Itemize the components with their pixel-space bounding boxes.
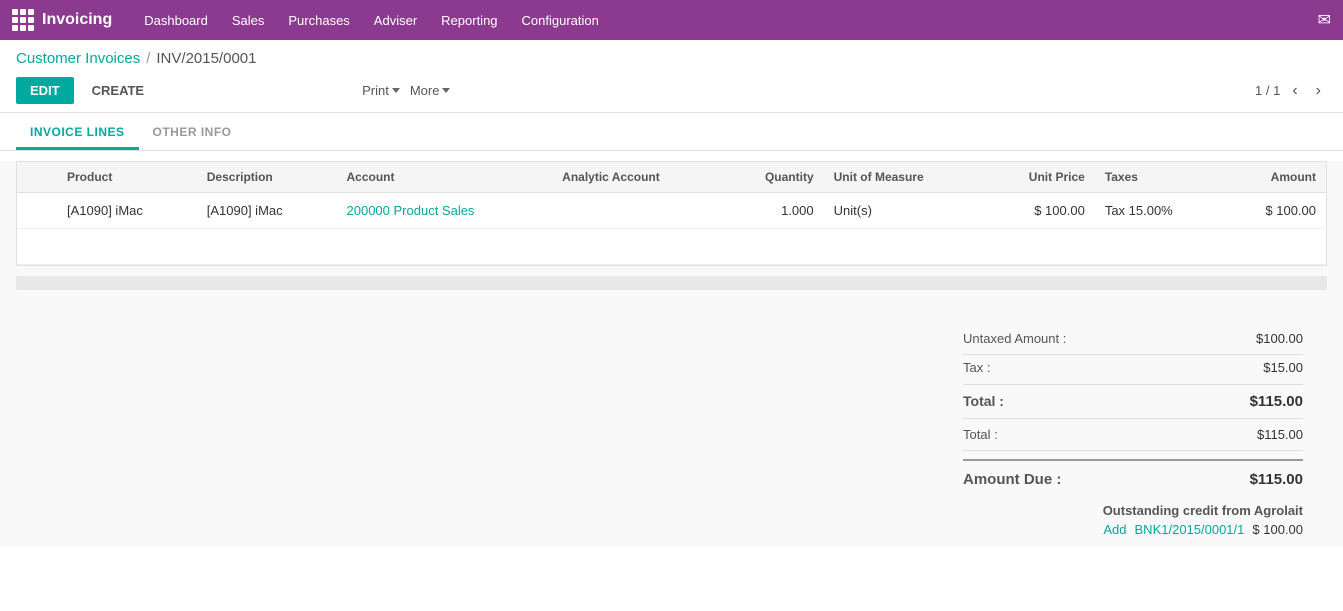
outstanding-ref: BNK1/2015/0001/1 [1135, 522, 1245, 537]
untaxed-label: Untaxed Amount : [963, 331, 1066, 346]
row-product: [A1090] iMac [57, 193, 197, 229]
row-analytic [552, 193, 723, 229]
row-taxes: Tax 15.00% [1095, 193, 1223, 229]
amount-due-row: Amount Due : $115.00 [963, 459, 1303, 493]
invoice-table: Product Description Account Analytic Acc… [17, 162, 1326, 265]
row-amount: $ 100.00 [1223, 193, 1326, 229]
print-dropdown-arrow [392, 88, 400, 93]
envelope-icon[interactable]: ✉ [1318, 10, 1331, 30]
row-quantity: 1.000 [724, 193, 824, 229]
pagination-text: 1 / 1 [1255, 83, 1280, 98]
action-bar: EDIT CREATE Print More 1 / 1 ‹ › [0, 73, 1343, 113]
invoice-table-wrap: Product Description Account Analytic Acc… [16, 161, 1327, 266]
col-header-account: Account [337, 162, 553, 193]
total2-row: Total : $115.00 [963, 419, 1303, 451]
totals-table: Untaxed Amount : $100.00 Tax : $15.00 To… [963, 326, 1303, 493]
main-content: Product Description Account Analytic Acc… [0, 161, 1343, 547]
amount-due-label: Amount Due : [963, 471, 1061, 488]
row-uom: Unit(s) [824, 193, 984, 229]
more-button[interactable]: More [410, 83, 451, 98]
topbar-right: ✉ [1318, 10, 1331, 30]
col-header-amount: Amount [1223, 162, 1326, 193]
add-line-cell [17, 229, 1326, 265]
tabs-bar: INVOICE LINES OTHER INFO [0, 117, 1343, 151]
breadcrumb-current: INV/2015/0001 [156, 50, 256, 67]
breadcrumb: Customer Invoices / INV/2015/0001 [0, 40, 1343, 73]
amount-due-value: $115.00 [1250, 471, 1303, 488]
create-button[interactable]: CREATE [82, 77, 154, 104]
app-name: Invoicing [42, 11, 112, 29]
col-header-analytic: Analytic Account [552, 162, 723, 193]
nav-purchases[interactable]: Purchases [276, 0, 361, 40]
outstanding-add-link[interactable]: Add [1103, 522, 1126, 537]
col-header-description: Description [197, 162, 337, 193]
tab-other-info[interactable]: OTHER INFO [139, 117, 246, 150]
topbar-logo[interactable]: Invoicing [12, 9, 112, 31]
nav-sales[interactable]: Sales [220, 0, 277, 40]
col-header-taxes: Taxes [1095, 162, 1223, 193]
row-icon-cell [17, 193, 57, 229]
action-bar-right: 1 / 1 ‹ › [1255, 80, 1327, 102]
outstanding-title: Outstanding credit from Agrolait [1103, 503, 1303, 518]
total2-value: $115.00 [1257, 427, 1303, 442]
tax-row: Tax : $15.00 [963, 355, 1303, 380]
outstanding-section: Outstanding credit from Agrolait Add BNK… [0, 493, 1343, 547]
more-dropdown-arrow [442, 88, 450, 93]
breadcrumb-separator: / [146, 50, 150, 67]
prev-button[interactable]: ‹ [1286, 80, 1303, 102]
outstanding-row: Add BNK1/2015/0001/1 $ 100.00 [1103, 522, 1303, 537]
topbar: Invoicing Dashboard Sales Purchases Advi… [0, 0, 1343, 40]
scroll-indicator[interactable] [16, 276, 1327, 290]
row-description: [A1090] iMac [197, 193, 337, 229]
total-label: Total : [963, 393, 1004, 410]
top-nav: Dashboard Sales Purchases Adviser Report… [132, 0, 611, 40]
tab-invoice-lines[interactable]: INVOICE LINES [16, 117, 139, 150]
table-row[interactable]: [A1090] iMac [A1090] iMac 200000 Product… [17, 193, 1326, 229]
table-header-row: Product Description Account Analytic Acc… [17, 162, 1326, 193]
next-button[interactable]: › [1310, 80, 1327, 102]
tax-label: Tax : [963, 360, 990, 375]
col-header-empty [17, 162, 57, 193]
grid-icon [12, 9, 34, 31]
row-account: 200000 Product Sales [337, 193, 553, 229]
row-unit-price: $ 100.00 [984, 193, 1095, 229]
breadcrumb-parent[interactable]: Customer Invoices [16, 50, 140, 67]
print-button[interactable]: Print [362, 83, 400, 98]
topbar-grid: Invoicing Dashboard Sales Purchases Advi… [12, 0, 1331, 40]
edit-button[interactable]: EDIT [16, 77, 74, 104]
account-suffix: Product Sales [390, 203, 475, 218]
total2-label: Total : [963, 427, 998, 442]
action-bar-center: Print More [362, 83, 450, 98]
nav-configuration[interactable]: Configuration [510, 0, 611, 40]
add-line-row[interactable] [17, 229, 1326, 265]
untaxed-value: $100.00 [1256, 331, 1303, 346]
untaxed-row: Untaxed Amount : $100.00 [963, 326, 1303, 355]
account-prefix: 200000 [347, 203, 390, 218]
total-row: Total : $115.00 [963, 384, 1303, 419]
outstanding-amount: $ 100.00 [1252, 522, 1303, 537]
col-header-quantity: Quantity [724, 162, 824, 193]
total-value: $115.00 [1250, 393, 1303, 410]
tax-value: $15.00 [1263, 360, 1303, 375]
nav-reporting[interactable]: Reporting [429, 0, 509, 40]
col-header-product: Product [57, 162, 197, 193]
totals-section: Untaxed Amount : $100.00 Tax : $15.00 To… [0, 310, 1343, 493]
col-header-uom: Unit of Measure [824, 162, 984, 193]
nav-adviser[interactable]: Adviser [362, 0, 429, 40]
col-header-unit-price: Unit Price [984, 162, 1095, 193]
nav-dashboard[interactable]: Dashboard [132, 0, 220, 40]
